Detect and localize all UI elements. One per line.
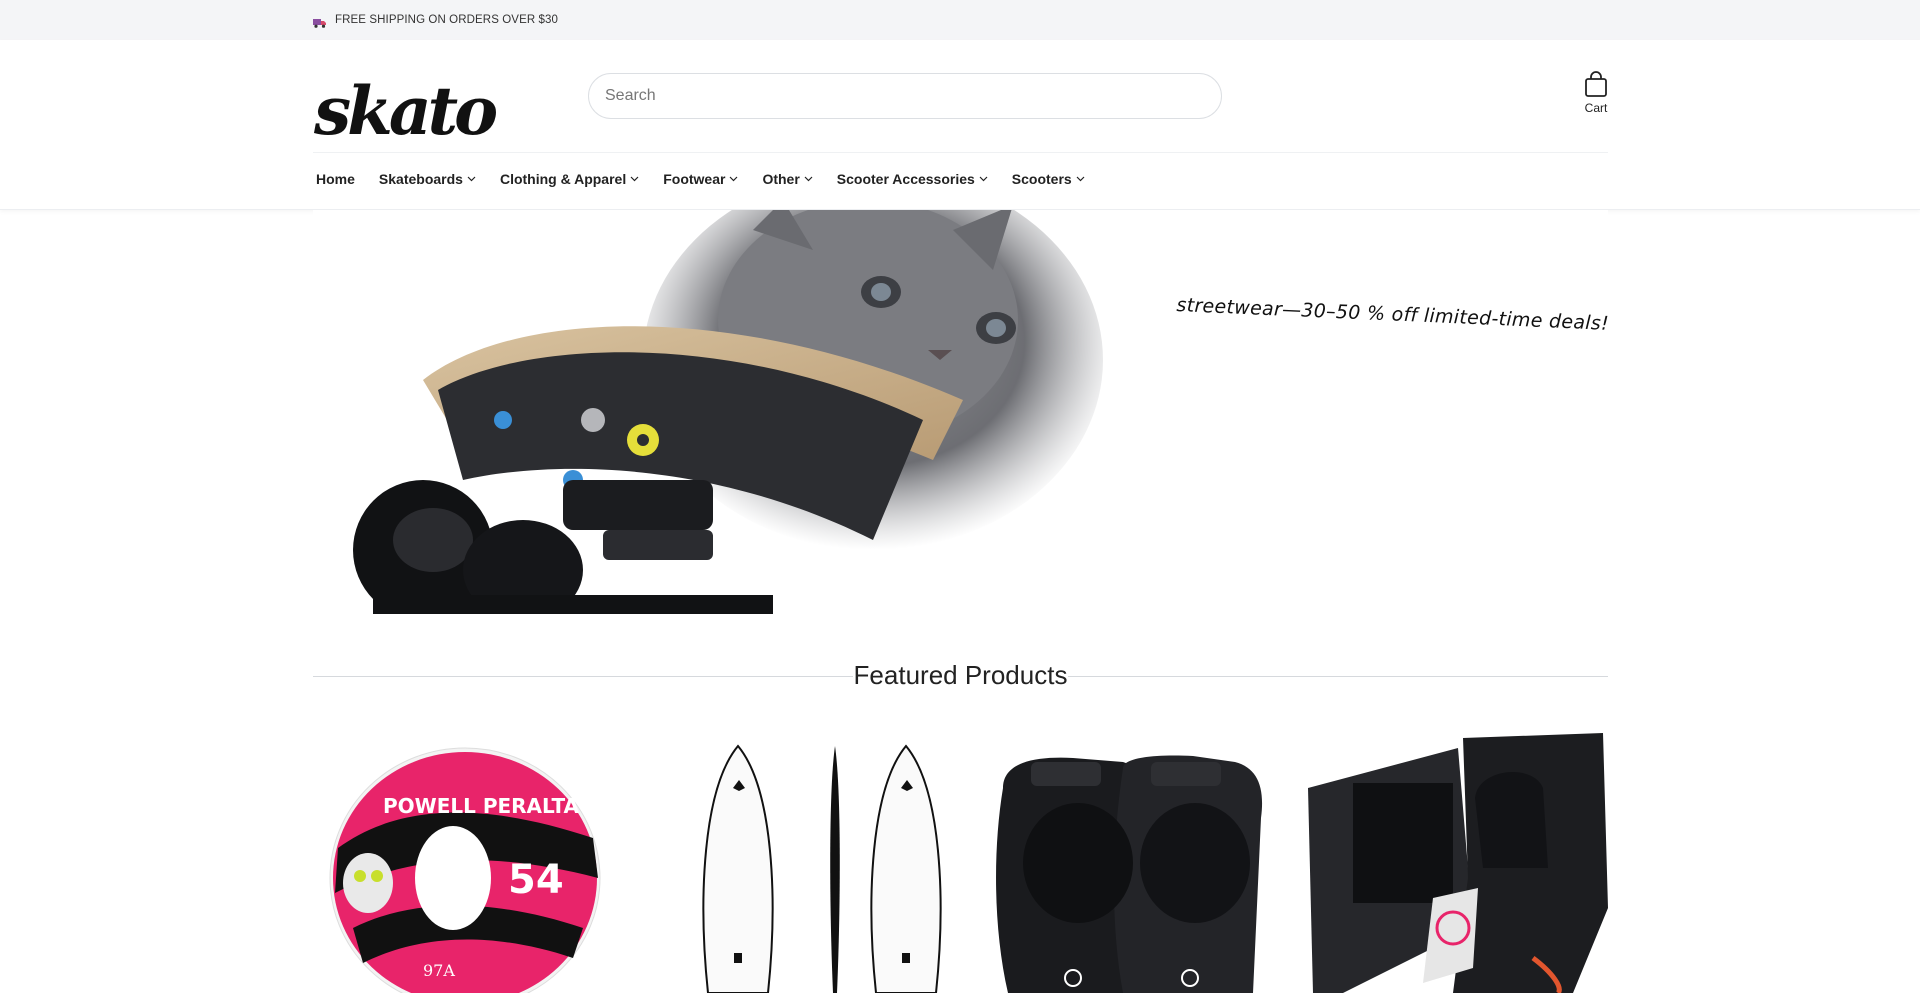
featured-products-grid: POWELL PERALTA 54 97A xyxy=(313,728,1608,993)
nav-item-label: Skateboards xyxy=(378,171,463,187)
product-image-wrist-guards xyxy=(1308,733,1608,993)
product-image-surfboard xyxy=(702,744,942,993)
product-image-knee-pads xyxy=(996,755,1263,993)
nav-item-clothing-apparel[interactable]: Clothing & Apparel xyxy=(500,171,639,187)
wheel-hardness-text: 97A xyxy=(423,961,455,980)
announcement-bar: FREE SHIPPING ON ORDERS OVER $30 xyxy=(0,0,1920,40)
site-logo[interactable]: skatora xyxy=(312,62,568,150)
hero-caption: streetwear—30–50 % off limited-time deal… xyxy=(1176,294,1608,335)
divider-line xyxy=(1068,676,1608,677)
chevron-down-icon xyxy=(630,176,639,182)
chevron-down-icon xyxy=(1076,176,1085,182)
nav-item-home[interactable]: Home xyxy=(316,171,355,187)
nav-item-scooters[interactable]: Scooters xyxy=(1012,171,1085,187)
header-divider xyxy=(313,152,1608,153)
nav-item-label: Clothing & Apparel xyxy=(499,171,627,187)
chevron-down-icon xyxy=(804,176,813,182)
truck-icon xyxy=(313,15,327,28)
chevron-down-icon xyxy=(467,176,476,182)
svg-text:skatora: skatora xyxy=(313,72,497,148)
nav-item-footwear[interactable]: Footwear xyxy=(663,171,738,187)
nav-item-other[interactable]: Other xyxy=(762,171,813,187)
main-nav: Home Skateboards Clothing & Apparel Foot… xyxy=(316,171,1109,187)
hero-banner[interactable]: streetwear—30–50 % off limited-time deal… xyxy=(313,210,1608,614)
shopping-bag-icon xyxy=(1574,70,1618,98)
wheel-brand-text: POWELL PERALTA xyxy=(383,794,580,818)
nav-item-label: Scooter Accessories xyxy=(836,171,975,187)
cart-label: Cart xyxy=(1584,101,1608,115)
product-image-skateboard-wheel: POWELL PERALTA 54 97A xyxy=(329,747,601,993)
featured-products-heading: Featured Products xyxy=(313,656,1608,696)
announcement-text: FREE SHIPPING ON ORDERS OVER $30 xyxy=(335,14,559,26)
nav-item-label: Footwear xyxy=(663,171,726,187)
chevron-down-icon xyxy=(730,176,738,182)
site-header: skatora Cart Home Skateboards Clothing &… xyxy=(0,40,1920,210)
nav-item-label: Home xyxy=(316,171,355,187)
product-card-wheel[interactable]: POWELL PERALTA 54 97A xyxy=(313,728,619,993)
product-card-knee-pads[interactable] xyxy=(973,728,1279,993)
chevron-down-icon xyxy=(979,176,988,182)
hero-image-kitten-skateboard xyxy=(353,210,1103,614)
wheel-size-text: 54 xyxy=(508,857,564,903)
nav-item-label: Other xyxy=(762,171,800,187)
product-card-wrist-guards[interactable] xyxy=(1303,728,1609,993)
product-card-surfboard[interactable] xyxy=(643,728,949,993)
search-input[interactable] xyxy=(589,74,1221,118)
cart-button[interactable]: Cart xyxy=(1574,70,1618,128)
search-field[interactable] xyxy=(588,73,1222,119)
nav-item-label: Scooters xyxy=(1011,171,1072,187)
nav-item-scooter-accessories[interactable]: Scooter Accessories xyxy=(837,171,988,187)
nav-item-skateboards[interactable]: Skateboards xyxy=(379,171,476,187)
